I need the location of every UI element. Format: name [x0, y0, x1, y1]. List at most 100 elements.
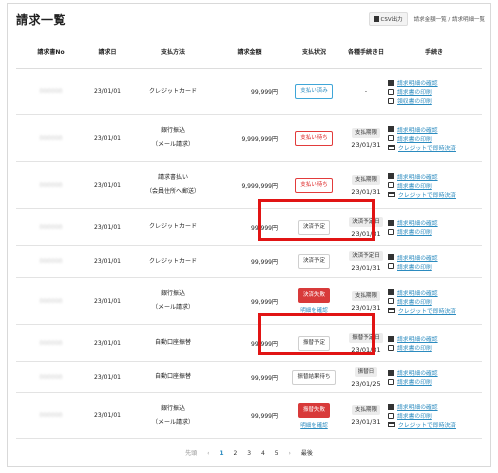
- view-details-link[interactable]: 請求明細の確認: [388, 78, 482, 87]
- credit-card-icon: [388, 422, 395, 427]
- invoice-amount: 99,999円: [217, 361, 282, 393]
- payment-method-sub: （会員住所へ郵送）: [145, 188, 200, 195]
- printer-icon: [388, 97, 394, 104]
- action-label: 請求明細の確認: [397, 81, 438, 87]
- due-label: 支払期限: [351, 127, 380, 138]
- view-details-link[interactable]: 明細を確認: [282, 421, 346, 429]
- pager-page[interactable]: 4: [261, 450, 265, 457]
- payment-method-label: クレジットカード: [148, 223, 197, 230]
- print-invoice-link[interactable]: 請求書の印刷: [388, 87, 482, 96]
- view-details-link[interactable]: 請求明細の確認: [388, 288, 482, 297]
- breadcrumb-link-amount-list[interactable]: 請求金額一覧: [414, 17, 447, 23]
- pager-next[interactable]: ›: [289, 450, 291, 457]
- invoice-amount: 99,999円: [217, 245, 282, 278]
- invoice-no: 000000: [16, 245, 86, 278]
- view-details-link[interactable]: 請求明細の確認: [388, 125, 482, 134]
- actions-cell: 請求明細の確認 請求書の印刷: [386, 324, 482, 362]
- pagination: 先頭 ‹ 1 2 3 4 5 › 最後: [0, 448, 498, 457]
- csv-export-label: CSV出力: [380, 17, 403, 23]
- invoice-date: 23/01/01: [86, 361, 129, 393]
- invoice-no: 000000: [16, 324, 86, 362]
- due-date: 23/01/31: [351, 303, 381, 312]
- action-label: 請求明細の確認: [397, 371, 438, 377]
- pager-page[interactable]: 1: [219, 450, 223, 457]
- due-date: 23/01/31: [351, 140, 381, 149]
- table-row: 000000 23/01/01 銀行振込 （メール請求） 9,999,999円 支…: [16, 114, 482, 162]
- payment-method: 銀行振込 （メール請求）: [129, 392, 217, 439]
- print-receipt-link[interactable]: 領収書の印刷: [388, 96, 482, 105]
- due-cell: 振替日 23/01/25: [346, 361, 386, 393]
- invoice-no: 000000: [16, 208, 86, 246]
- document-icon: [388, 79, 394, 86]
- invoice-date: 23/01/01: [86, 114, 129, 162]
- table-row: 000000 23/01/01 請求書払い （会員住所へ郵送） 9,999,999…: [16, 161, 482, 209]
- printer-icon: [388, 298, 394, 304]
- view-details-link[interactable]: 請求明細の確認: [388, 402, 482, 411]
- table-row: 000000 23/01/01 自動口座振替 99,999円 振替予定 振替予定…: [16, 324, 482, 362]
- print-invoice-link[interactable]: 請求書の印刷: [388, 262, 482, 271]
- action-label: 請求明細の確認: [397, 221, 438, 227]
- pager-first[interactable]: 先頭: [185, 450, 197, 457]
- pay-by-credit-link[interactable]: クレジットで即時決済: [388, 143, 482, 152]
- status-cell: 支払い済み: [282, 68, 346, 115]
- toolbar: CSV出力 請求金額一覧 / 請求明細一覧: [368, 12, 485, 26]
- due-cell: 支払期限 23/01/31: [346, 392, 386, 439]
- action-label: 請求明細の確認: [397, 337, 438, 343]
- pager-page[interactable]: 2: [234, 450, 238, 457]
- credit-card-icon: [388, 307, 395, 313]
- payment-method: クレジットカード: [129, 208, 217, 246]
- csv-export-button[interactable]: CSV出力: [368, 12, 408, 26]
- invoice-no: 000000: [16, 161, 86, 209]
- document-icon: [388, 369, 394, 376]
- pager-page[interactable]: 5: [275, 450, 279, 457]
- printer-icon: [388, 263, 394, 269]
- action-label: クレジットで即時決済: [398, 192, 456, 199]
- print-invoice-link[interactable]: 請求書の印刷: [388, 377, 482, 386]
- breadcrumb: 請求金額一覧 / 請求明細一覧: [414, 15, 485, 23]
- invoice-date: 23/01/01: [86, 245, 129, 278]
- view-details-link[interactable]: 請求明細の確認: [388, 368, 482, 377]
- pay-by-credit-link[interactable]: クレジットで即時決済: [388, 190, 482, 199]
- payment-method: クレジットカード: [129, 245, 217, 278]
- view-details-link[interactable]: 請求明細の確認: [388, 334, 482, 343]
- payment-method: 自動口座振替: [129, 324, 217, 362]
- header-procedures: 手続き: [386, 34, 482, 69]
- document-icon: [388, 126, 394, 132]
- print-invoice-link[interactable]: 請求書の印刷: [388, 297, 482, 306]
- action-label: 請求明細の確認: [397, 405, 438, 411]
- document-icon: [388, 254, 394, 260]
- document-icon: [373, 16, 379, 22]
- invoice-date: 23/01/01: [86, 161, 129, 209]
- print-invoice-link[interactable]: 請求書の印刷: [388, 227, 482, 236]
- breadcrumb-current: 請求明細一覧: [451, 17, 485, 23]
- payment-method: 銀行振込 （メール請求）: [129, 114, 217, 162]
- status-badge: 振替失敗: [297, 402, 330, 418]
- pay-by-credit-link[interactable]: クレジットで即時決済: [388, 306, 482, 315]
- invoice-amount: 9,999,999円: [217, 114, 282, 162]
- print-invoice-link[interactable]: 請求書の印刷: [388, 343, 482, 352]
- document-icon: [388, 289, 394, 295]
- status-badge: 支払い済み: [295, 84, 333, 99]
- invoice-amount: 99,999円: [217, 392, 282, 439]
- printer-icon: [388, 344, 394, 351]
- highlight-box: [258, 199, 375, 241]
- credit-card-icon: [388, 144, 395, 150]
- print-invoice-link[interactable]: 請求書の印刷: [388, 134, 482, 143]
- view-details-link[interactable]: 請求明細の確認: [388, 218, 482, 227]
- pager-last[interactable]: 最後: [301, 450, 313, 457]
- pay-by-credit-link[interactable]: クレジットで即時決済: [388, 420, 482, 429]
- pager-page[interactable]: 3: [247, 450, 251, 457]
- view-details-link[interactable]: 請求明細の確認: [388, 253, 482, 262]
- page-title: 請求一覧: [16, 13, 67, 27]
- header-procedure-date: 各種手続き日: [346, 34, 386, 69]
- invoice-date: 23/01/01: [86, 324, 129, 362]
- action-label: 請求明細の確認: [397, 255, 438, 262]
- due-date: 23/01/31: [351, 187, 381, 196]
- print-invoice-link[interactable]: 請求書の印刷: [388, 411, 482, 420]
- printer-icon: [388, 412, 394, 419]
- print-invoice-link[interactable]: 請求書の印刷: [388, 181, 482, 190]
- document-icon: [388, 173, 394, 179]
- pager-prev[interactable]: ‹: [207, 450, 209, 457]
- view-details-link[interactable]: 請求明細の確認: [388, 172, 482, 181]
- invoice-amount: 99,999円: [217, 68, 282, 115]
